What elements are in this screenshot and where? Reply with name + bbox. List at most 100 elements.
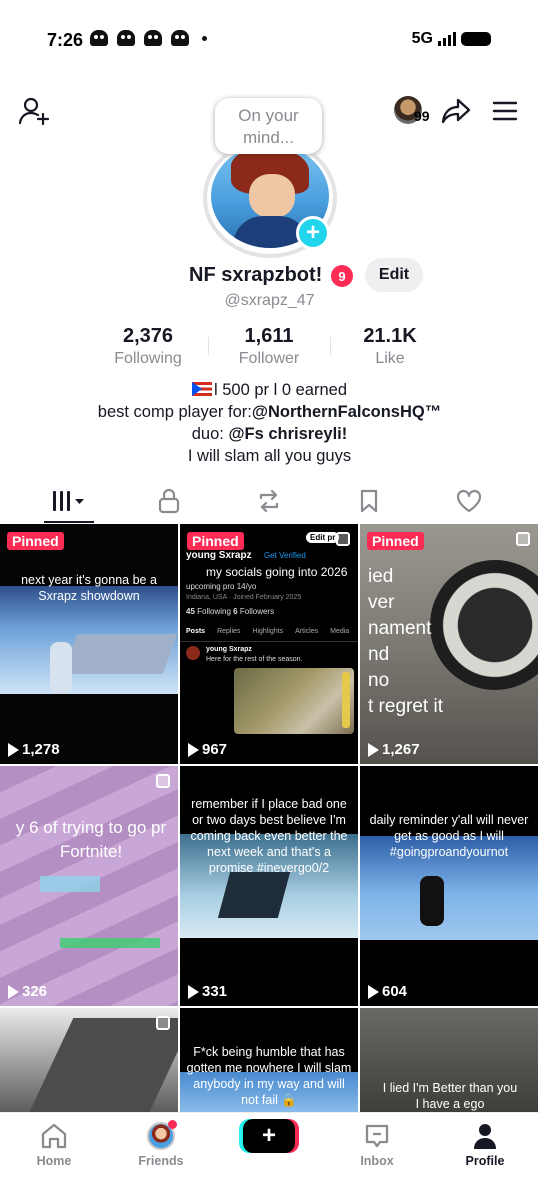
bio-mention-duo[interactable]: @Fs chrisreyli! <box>228 425 347 443</box>
profile-bio: l 500 pr l 0 earned best comp player for… <box>0 379 539 467</box>
video-caption: daily reminder y'all will never get as g… <box>369 813 529 859</box>
video-caption: y 6 of trying to go pr Fortnite! <box>15 818 167 861</box>
video-tile[interactable]: I lied I'm Better than you I have a ego <box>360 1008 538 1114</box>
following-count: 2,376 <box>122 325 174 347</box>
videos-grid-icon <box>53 491 84 511</box>
inner-following-label: Following <box>197 607 231 616</box>
view-count-text: 1,267 <box>382 741 420 758</box>
username-handle: @sxrapz_47 <box>224 292 315 309</box>
add-friend-button[interactable] <box>18 95 50 127</box>
multi-photo-icon <box>156 774 170 788</box>
view-count-text: 1,278 <box>22 741 60 758</box>
plus-icon: + <box>261 1122 276 1149</box>
profile-viewers-count[interactable]: 99 <box>414 108 430 124</box>
bio-line-2-text: best comp player for: <box>97 403 252 421</box>
inner-tab: Posts <box>186 628 206 635</box>
active-tab-indicator <box>44 521 94 523</box>
notification-icons <box>90 30 207 46</box>
repost-icon <box>259 489 279 513</box>
video-tile[interactable]: Pinned ied ver nament nd no t regret it … <box>360 524 538 764</box>
plus-icon: + <box>305 219 320 246</box>
bio-mention-team[interactable]: @NorthernFalconsHQ™ <box>252 403 441 421</box>
multi-photo-icon <box>336 532 350 546</box>
thumbnail-bar <box>60 938 160 948</box>
tab-reposts[interactable] <box>224 478 314 524</box>
share-profile-button[interactable] <box>440 96 472 126</box>
likes-stat[interactable]: 21.1K Like <box>330 325 450 368</box>
view-count-text: 326 <box>22 983 48 1000</box>
thought-bubble-overlay[interactable]: On your mind... <box>215 98 322 154</box>
view-count: 967 <box>188 741 227 758</box>
followers-count: 1,611 <box>244 325 294 347</box>
notification-badge[interactable]: 9 <box>331 265 353 287</box>
following-label: Following <box>114 350 182 367</box>
nav-friends[interactable]: Friends <box>116 1120 206 1168</box>
followers-label: Follower <box>238 350 300 367</box>
inner-tab: Media <box>330 628 350 635</box>
nav-home[interactable]: Home <box>9 1121 99 1168</box>
inner-joined: Joined February 2025 <box>233 594 302 601</box>
video-caption: I lied I'm Better than you I have a ego <box>382 1081 518 1111</box>
inner-following-count: 45 <box>186 607 195 616</box>
video-caption: F*ck being humble that has gotten me now… <box>186 1045 352 1107</box>
followers-stat[interactable]: 1,611 Follower <box>209 325 329 368</box>
tab-liked[interactable] <box>424 478 514 524</box>
likes-count: 21.1K <box>363 325 417 347</box>
video-caption: my socials going into 2026 <box>206 565 348 579</box>
video-tile[interactable]: y 6 of trying to go pr Fortnite! 326 <box>0 766 178 1006</box>
bio-line-1: l 500 pr l 0 earned <box>0 379 539 401</box>
menu-button[interactable] <box>490 98 520 124</box>
thumbnail-hud <box>40 876 100 892</box>
view-count: 326 <box>8 983 47 1000</box>
heart-icon <box>456 489 482 513</box>
inner-avatar <box>186 646 200 660</box>
friends-notification-dot <box>168 1120 177 1129</box>
network-label: 5G <box>411 30 433 47</box>
following-stat[interactable]: 2,376 Following <box>88 325 208 368</box>
hamburger-menu-icon <box>492 101 518 121</box>
nav-inbox[interactable]: Inbox <box>332 1121 422 1168</box>
video-tile[interactable]: daily reminder y'all will never get as g… <box>360 766 538 1006</box>
thumbnail-road <box>26 1018 178 1114</box>
inner-tab: Highlights <box>252 628 284 635</box>
inner-post-image <box>234 668 354 734</box>
video-tile[interactable] <box>0 1008 178 1114</box>
thumbnail-character <box>50 642 72 694</box>
caption-line: t regret it <box>368 696 443 717</box>
signal-icon <box>438 32 456 46</box>
inner-followers-count: 6 <box>233 607 238 616</box>
snapchat-icon <box>144 30 162 46</box>
inner-verify: Get Verified <box>264 551 306 560</box>
tab-videos[interactable] <box>24 478 114 524</box>
nav-profile-label: Profile <box>465 1154 505 1168</box>
caption-line: nd <box>368 644 390 665</box>
video-tile[interactable]: Pinned Edit pr young Sxrapz Get Verified… <box>180 524 358 764</box>
view-count: 604 <box>368 983 407 1000</box>
video-caption: ied ver nament nd no t regret it <box>368 564 443 720</box>
status-time: 7:26 <box>47 30 84 50</box>
view-count: 1,267 <box>368 741 420 758</box>
inner-post-text: Here for the rest of the season. <box>206 656 303 663</box>
create-button[interactable]: + <box>243 1119 295 1153</box>
inner-toolbar <box>342 672 350 728</box>
content-tabs <box>0 478 539 524</box>
bookmark-icon <box>360 489 378 513</box>
play-icon <box>368 984 379 999</box>
edit-profile-button[interactable]: Edit <box>365 258 423 292</box>
video-caption: next year it's gonna be a Sxrapz showdow… <box>21 573 157 603</box>
play-icon <box>8 742 19 757</box>
view-count: 331 <box>188 983 227 1000</box>
add-story-button[interactable]: + <box>296 216 330 250</box>
tab-favorites[interactable] <box>324 478 414 524</box>
tab-private[interactable] <box>124 478 214 524</box>
video-tile[interactable]: remember if I place bad one or two days … <box>180 766 358 1006</box>
video-caption: remember if I place bad one or two days … <box>190 797 348 875</box>
bio-line-3-text: duo: <box>191 425 229 443</box>
nav-profile[interactable]: Profile <box>440 1121 530 1168</box>
profile-icon <box>440 1121 530 1151</box>
video-tile[interactable]: F*ck being humble that has gotten me now… <box>180 1008 358 1114</box>
video-tile[interactable]: Pinned next year it's gonna be a Sxrapz … <box>0 524 178 764</box>
play-icon <box>188 984 199 999</box>
inner-followers-label: Followers <box>239 607 275 616</box>
friends-icon <box>116 1120 206 1151</box>
